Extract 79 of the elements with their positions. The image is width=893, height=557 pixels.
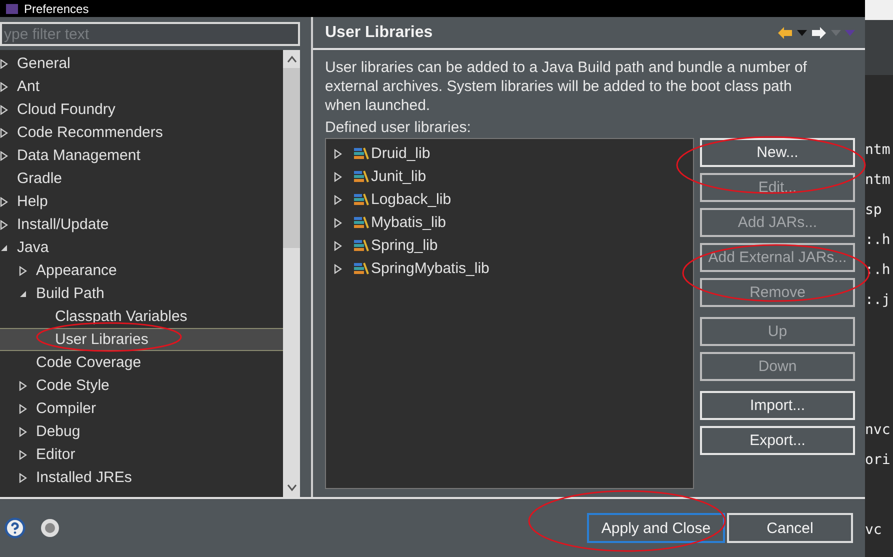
action-button[interactable]: New...: [700, 138, 855, 167]
library-icon: [353, 170, 369, 184]
tree-item[interactable]: Gradle: [0, 167, 283, 190]
code-line: vc: [865, 521, 883, 540]
back-arrow-icon[interactable]: [777, 26, 793, 40]
library-icon: [353, 216, 369, 230]
collapsed-icon[interactable]: [0, 196, 8, 206]
page-title: User Libraries: [325, 24, 433, 42]
collapsed-icon[interactable]: [0, 82, 8, 92]
collapsed-icon[interactable]: [0, 128, 8, 138]
tree-item[interactable]: Compiler: [0, 397, 283, 420]
collapsed-icon[interactable]: [19, 472, 27, 482]
library-icon: [353, 192, 369, 206]
library-item[interactable]: Logback_lib: [371, 191, 452, 208]
code-line: :.j: [865, 291, 892, 310]
library-item[interactable]: Spring_lib: [371, 237, 438, 254]
help-icon[interactable]: [4, 517, 26, 539]
library-icon: [353, 146, 369, 160]
action-button[interactable]: Export...: [700, 426, 855, 455]
library-item[interactable]: SpringMybatis_lib: [371, 260, 490, 277]
tree-item[interactable]: Code Style: [0, 374, 283, 397]
tree-item[interactable]: Code Recommenders: [0, 121, 283, 144]
tree-item[interactable]: Editor: [0, 443, 283, 466]
collapsed-icon[interactable]: [0, 58, 8, 68]
collapsed-icon[interactable]: [19, 380, 27, 390]
tree-item[interactable]: Build Path: [0, 282, 283, 305]
library-item[interactable]: Mybatis_lib: [371, 214, 446, 231]
code-line: :.h: [865, 231, 892, 250]
tree-item[interactable]: User Libraries: [0, 328, 283, 351]
tree-item[interactable]: Cloud Foundry: [0, 98, 283, 121]
library-item[interactable]: Junit_lib: [371, 168, 426, 185]
forward-arrow-icon[interactable]: [811, 26, 827, 40]
window-title: Preferences: [24, 2, 89, 16]
editor-window-strip: [865, 0, 893, 20]
code-line: ntm: [865, 141, 892, 160]
scrollbar[interactable]: [283, 50, 300, 497]
code-line: sp: [865, 201, 883, 220]
library-icon: [353, 238, 369, 252]
tree-item[interactable]: Appearance: [0, 259, 283, 282]
dialog-button[interactable]: Cancel: [727, 513, 853, 543]
collapsed-icon[interactable]: [19, 404, 27, 414]
collapsed-icon[interactable]: [334, 194, 342, 204]
tree-item[interactable]: Installed JREs: [0, 466, 283, 489]
collapsed-icon[interactable]: [334, 148, 342, 158]
tree-item[interactable]: Help: [0, 190, 283, 213]
expanded-icon[interactable]: [0, 244, 8, 252]
collapsed-icon[interactable]: [0, 220, 8, 230]
collapsed-icon[interactable]: [0, 104, 8, 114]
tree-item[interactable]: Debug: [0, 420, 283, 443]
tree-item[interactable]: General: [0, 52, 283, 75]
dropdown-icon[interactable]: [797, 30, 807, 36]
collapsed-icon[interactable]: [19, 266, 27, 276]
code-line: ntm: [865, 171, 892, 190]
collapsed-icon[interactable]: [0, 150, 8, 160]
library-icon: [353, 262, 369, 276]
app-icon: [6, 4, 18, 14]
tree-item[interactable]: Install/Update: [0, 213, 283, 236]
tree-item[interactable]: Code Coverage: [0, 351, 283, 374]
record-icon[interactable]: [40, 518, 60, 538]
tree-item[interactable]: Data Management: [0, 144, 283, 167]
collapsed-icon[interactable]: [334, 172, 342, 182]
collapsed-icon[interactable]: [19, 450, 27, 460]
tree-item[interactable]: Classpath Variables: [0, 305, 283, 328]
tree-item[interactable]: Java: [0, 236, 283, 259]
code-line: ori: [865, 451, 892, 470]
scroll-thumb[interactable]: [283, 68, 300, 248]
editor-toolbar: [865, 20, 893, 75]
collapsed-icon[interactable]: [334, 240, 342, 250]
code-line: nvc: [865, 421, 892, 440]
action-button[interactable]: Import...: [700, 391, 855, 420]
description-text: User libraries can be added to a Java Build path and bundle a number of external archives. System libraries will be added to the boot class path when launched.: [325, 58, 808, 115]
collapsed-icon[interactable]: [334, 264, 342, 274]
collapsed-icon[interactable]: [19, 426, 27, 436]
expanded-icon[interactable]: [19, 290, 27, 298]
collapsed-icon[interactable]: [334, 218, 342, 228]
dialog-button[interactable]: Apply and Close: [587, 513, 725, 543]
library-item[interactable]: Druid_lib: [371, 145, 430, 162]
tree-item[interactable]: Ant: [0, 75, 283, 98]
list-label: Defined user libraries:: [325, 118, 472, 138]
